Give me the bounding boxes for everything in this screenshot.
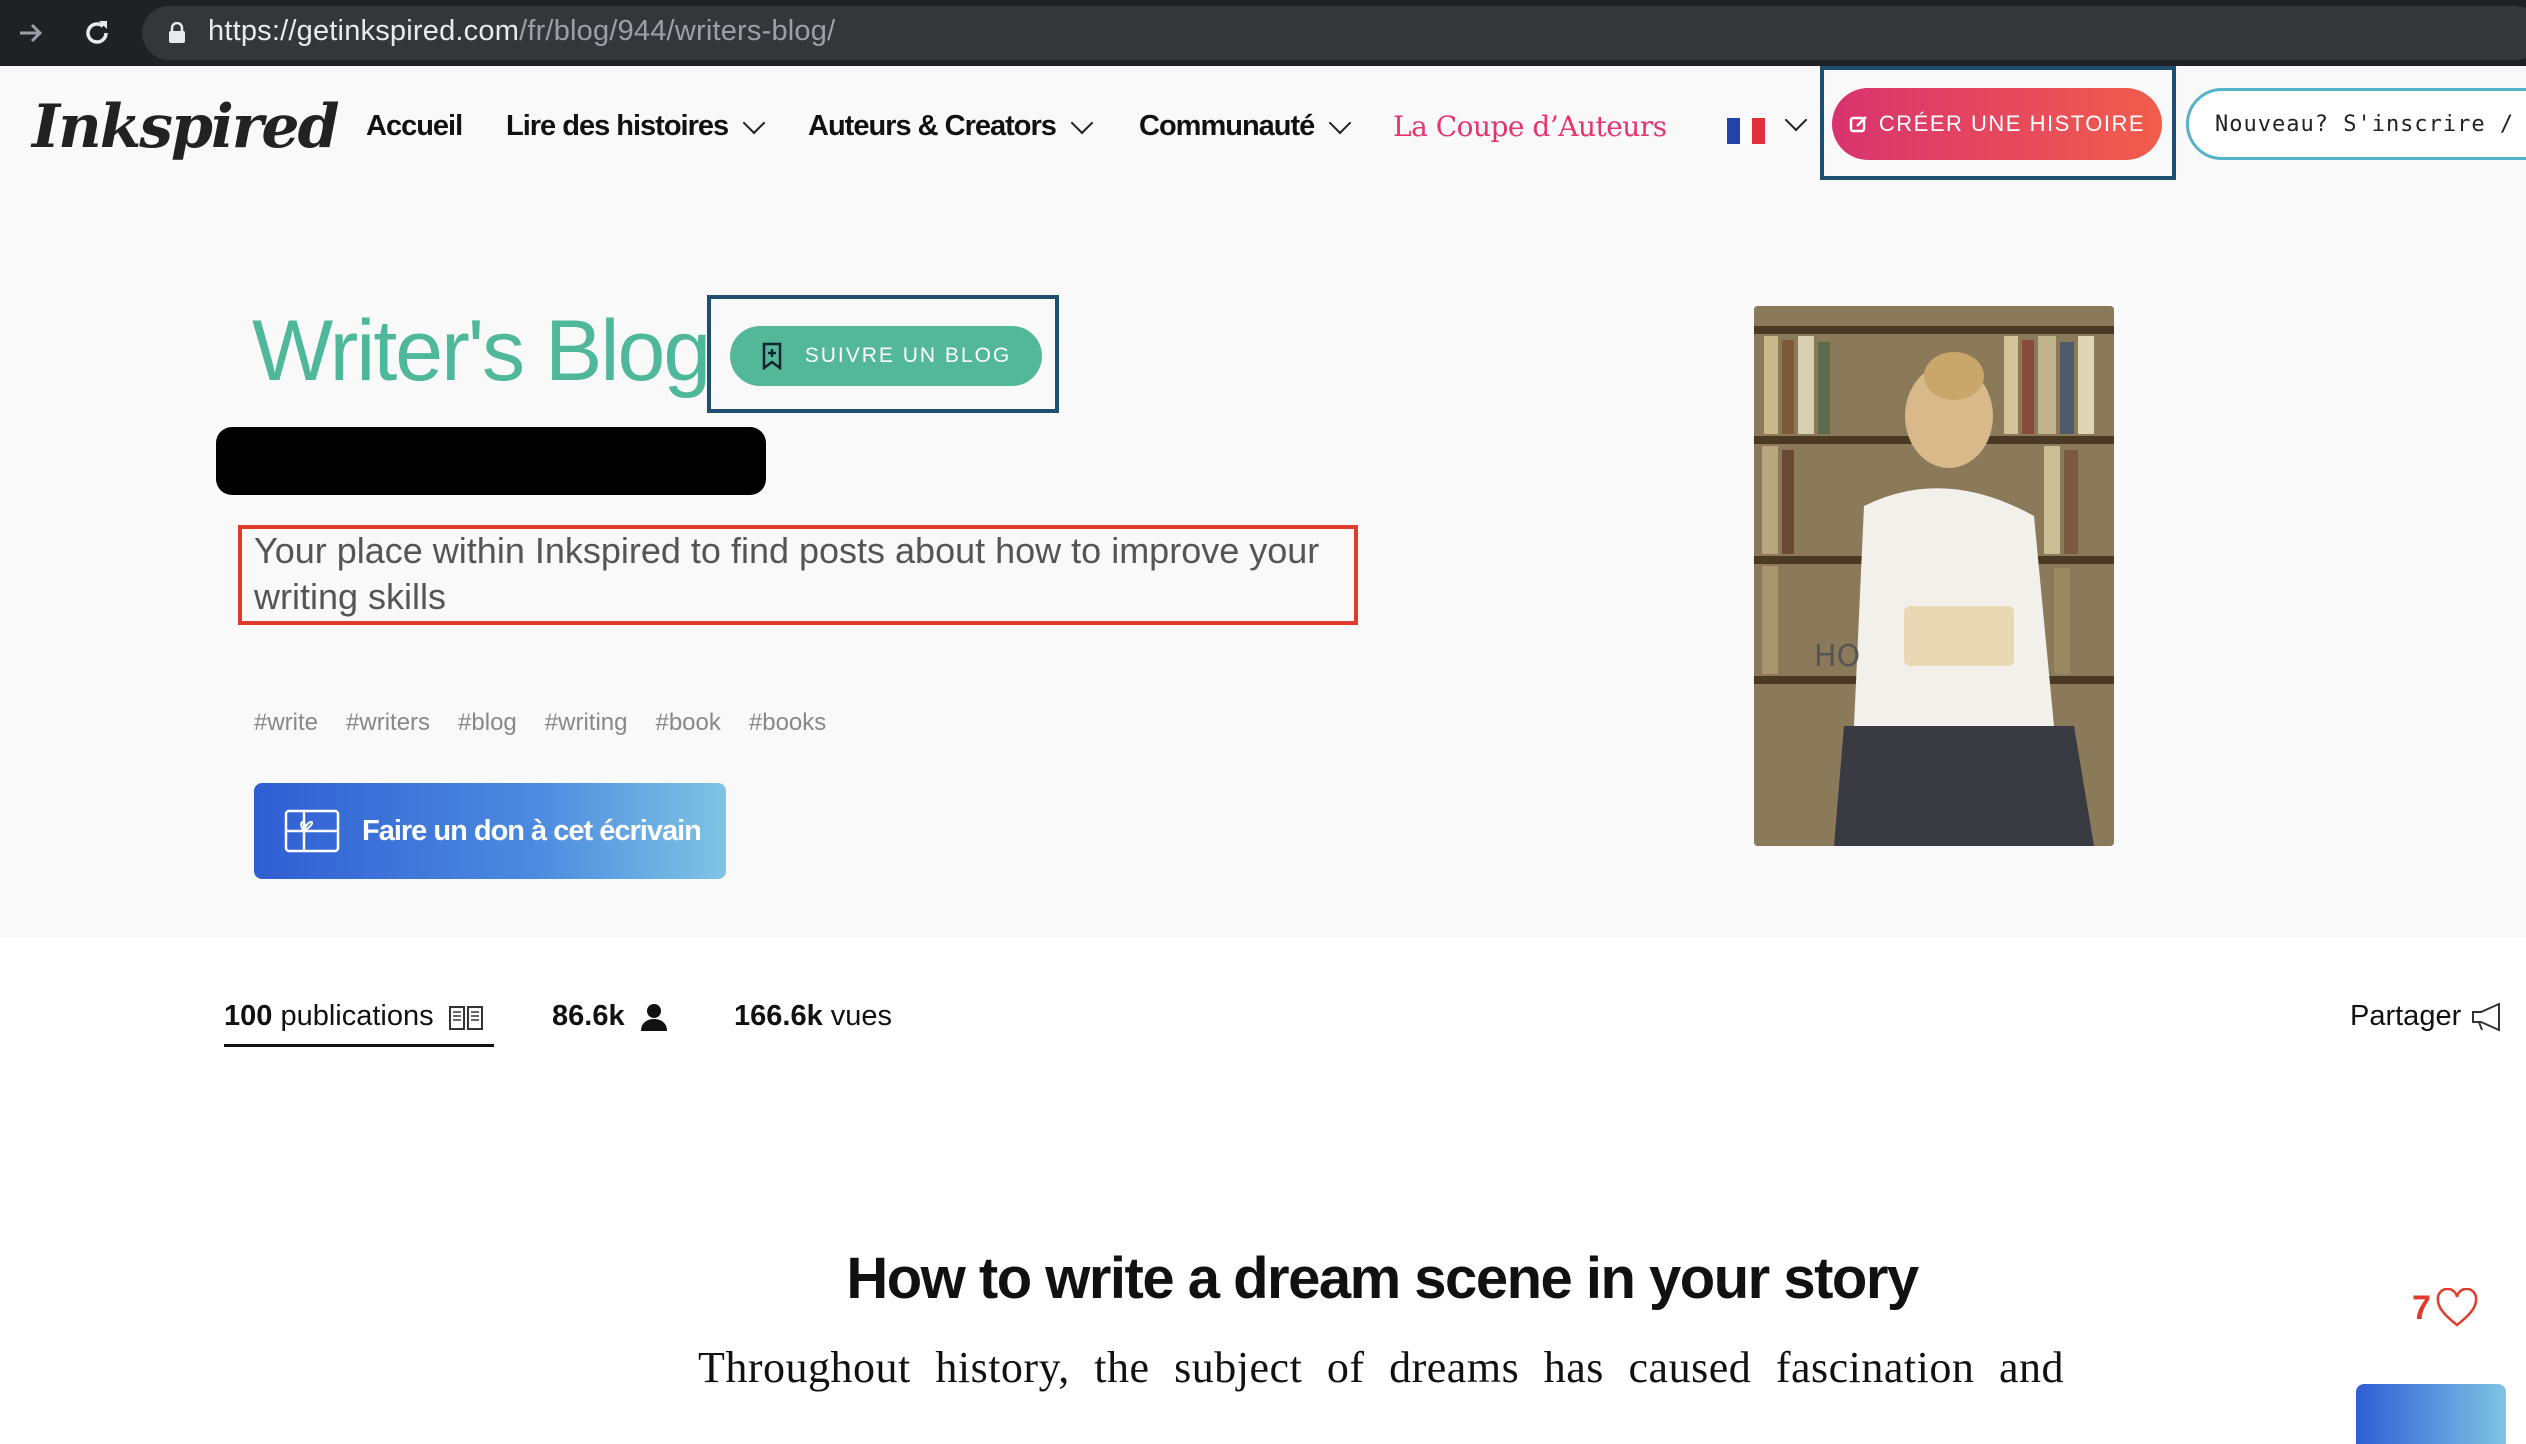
blog-hero: Writer's Blog SUIVRE UN BLOG Your place …: [0, 192, 2526, 938]
follow-blog-label: SUIVRE UN BLOG: [804, 344, 1012, 367]
tag-link[interactable]: #writing: [545, 709, 628, 737]
chevron-down-icon: [1328, 111, 1352, 134]
views-count: 166.6k: [734, 1000, 823, 1032]
floating-donate-button[interactable]: [2356, 1384, 2506, 1444]
create-story-button[interactable]: CRÉER UNE HISTOIRE: [1832, 88, 2162, 160]
followers-count: 86.6k: [552, 1000, 625, 1032]
views-label: vues: [830, 1000, 893, 1032]
lock-icon: [168, 21, 186, 48]
publications-tab[interactable]: 100 publications: [224, 1000, 484, 1033]
redacted-author-name: [216, 427, 766, 495]
share-button[interactable]: Partager: [2350, 1000, 2509, 1033]
nav-lire-des-histoires[interactable]: Lire des histoires: [506, 110, 766, 143]
nav-auteurs-creators[interactable]: Auteurs & Creators: [808, 110, 1094, 143]
chevron-down-icon: [742, 111, 766, 134]
nav-label: Auteurs & Creators: [808, 110, 1057, 142]
browser-toolbar: https://getinkspired.com/fr/blog/944/wri…: [0, 0, 2526, 66]
nav-communaute[interactable]: Communauté: [1139, 110, 1352, 143]
url-path: /fr/blog/944/writers-blog/: [519, 15, 836, 47]
nav-label: Communauté: [1139, 110, 1315, 142]
inkspired-logo[interactable]: Inkspired: [32, 92, 340, 162]
edit-icon: [1849, 116, 1867, 133]
like-count: 7: [2412, 1288, 2431, 1327]
user-icon: [640, 1003, 667, 1031]
followers-stat[interactable]: 86.6k: [552, 1000, 669, 1033]
nav-accueil[interactable]: Accueil: [366, 110, 463, 143]
svg-text:HO: HO: [1814, 639, 1860, 674]
blog-description: Your place within Inkspired to find post…: [254, 530, 1320, 617]
language-chevron-down-icon[interactable]: [1784, 108, 1808, 132]
like-counter[interactable]: 7: [2412, 1288, 2479, 1328]
nav-la-coupe-dauteurs[interactable]: La Coupe d’Auteurs: [1393, 110, 1667, 143]
blog-cover-image: HO: [1754, 306, 2114, 846]
signup-label: Nouveau? S'inscrire / Se Connecter: [2215, 111, 2526, 137]
create-story-label: CRÉER UNE HISTOIRE: [1878, 111, 2146, 136]
chevron-down-icon: [1070, 111, 1094, 134]
forward-arrow-icon[interactable]: [8, 10, 54, 56]
publications-count: 100: [224, 1000, 273, 1032]
megaphone-icon: [2472, 1001, 2501, 1032]
nav-label: Lire des histoires: [506, 110, 729, 142]
url-host: https://getinkspired.com: [208, 15, 520, 47]
url-text: https://getinkspired.com/fr/blog/944/wri…: [208, 15, 835, 48]
heart-icon: [2436, 1288, 2478, 1327]
follow-blog-button[interactable]: SUIVRE UN BLOG: [730, 326, 1042, 386]
tag-list: #write #writers #blog #writing #book #bo…: [254, 709, 826, 737]
tag-link[interactable]: #write: [254, 709, 318, 737]
tag-link[interactable]: #blog: [458, 709, 517, 737]
blog-title: Writer's Blog: [252, 303, 711, 399]
blog-stats-bar: 100 publications 86.6k 166.6k vues Parta…: [0, 938, 2526, 1138]
language-flag-fr[interactable]: [1727, 118, 1766, 144]
reload-icon[interactable]: [74, 10, 120, 56]
book-open-icon: [448, 1005, 483, 1030]
article-title[interactable]: How to write a dream scene in your story: [0, 1245, 2526, 1312]
bookmark-add-icon: [762, 342, 781, 370]
tag-link[interactable]: #writers: [346, 709, 430, 737]
article-body-text: Throughout history, the subject of dream…: [698, 1343, 2064, 1392]
views-stat: 166.6k vues: [734, 1000, 892, 1033]
publications-label: publications: [280, 1000, 434, 1032]
donate-button[interactable]: Faire un don à cet écrivain: [254, 783, 726, 879]
share-label: Partager: [2350, 1000, 2462, 1032]
nav-label: La Coupe d’Auteurs: [1393, 110, 1667, 143]
active-tab-underline: [224, 1044, 494, 1047]
tag-link[interactable]: #book: [655, 709, 720, 737]
gift-card-icon: [284, 809, 340, 853]
tag-link[interactable]: #books: [749, 709, 826, 737]
signup-login-button[interactable]: Nouveau? S'inscrire / Se Connecter: [2186, 88, 2526, 160]
site-header: Inkspired Accueil Lire des histoires Aut…: [0, 66, 2526, 192]
donate-label: Faire un don à cet écrivain: [362, 814, 702, 847]
nav-label: Accueil: [366, 110, 463, 142]
address-bar[interactable]: https://getinkspired.com/fr/blog/944/wri…: [142, 6, 2526, 60]
